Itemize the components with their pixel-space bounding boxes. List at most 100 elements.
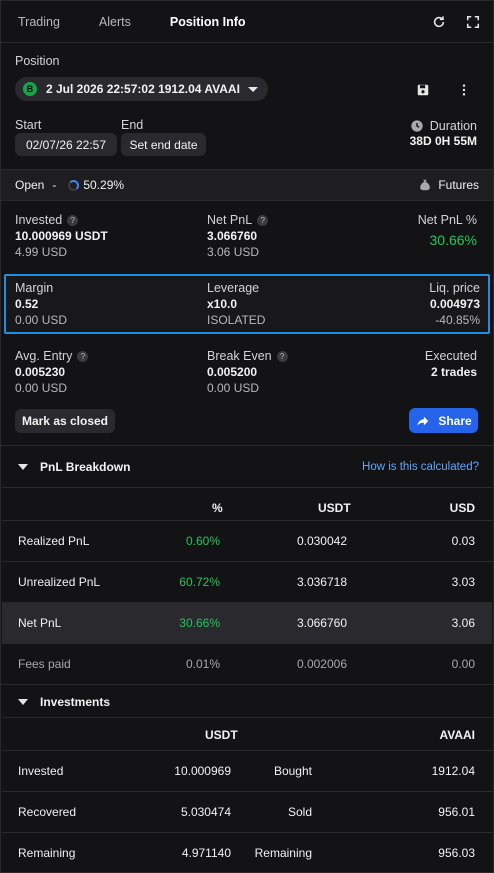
executed-label: Executed xyxy=(424,349,477,363)
net-pnl-pct-value: 30.66% xyxy=(429,232,477,248)
row-qty: 1912.04 xyxy=(431,764,475,778)
status-separator: - xyxy=(52,178,57,192)
invested-label: Invested xyxy=(15,213,63,227)
executed-value: 2 trades xyxy=(430,365,477,379)
market-type: Futures xyxy=(417,177,479,193)
tab-trading[interactable]: Trading xyxy=(18,15,60,29)
row-pct: 0.60% xyxy=(185,534,220,548)
more-options-icon[interactable] xyxy=(456,82,472,98)
liq-price-stat: Liq. price 0.004973 -40.85% xyxy=(429,281,480,327)
share-arrow-icon xyxy=(415,413,431,429)
tab-bar: Trading Alerts Position Info xyxy=(1,1,493,43)
start-label: Start xyxy=(15,118,42,132)
col-pct: % xyxy=(212,501,223,515)
futures-label: Futures xyxy=(438,178,479,192)
duration-value: 38D 0H 55M xyxy=(409,134,477,148)
save-icon[interactable] xyxy=(415,82,431,98)
investments-table-header: USDT AVAAI xyxy=(2,717,492,751)
col-usd: USD xyxy=(449,501,475,515)
help-icon[interactable]: ? xyxy=(276,350,288,362)
row-qty: 956.03 xyxy=(438,846,475,860)
row-side: Remaining xyxy=(254,846,312,860)
row-usdt: 0.030042 xyxy=(296,534,347,548)
liq-price-value: 0.004973 xyxy=(429,297,480,311)
avg-entry-value: 0.005230 xyxy=(15,365,66,379)
investments-header[interactable]: Investments xyxy=(1,684,493,718)
avg-entry-usd: 0.00 USD xyxy=(15,381,68,395)
net-pnl-value: 3.066760 xyxy=(207,229,258,243)
how-calculated-link[interactable]: How is this calculated? xyxy=(362,461,479,473)
progress-ring-icon xyxy=(68,179,80,191)
col-usdt: USDT xyxy=(318,501,351,515)
row-pct: 0.01% xyxy=(185,657,220,671)
table-row: Remaining 4.971140 Remaining 956.03 xyxy=(2,832,492,873)
pnl-breakdown-header[interactable]: PnL Breakdown How is this calculated? xyxy=(1,445,493,487)
liq-price-label: Liq. price xyxy=(429,281,480,295)
row-label: Fees paid xyxy=(18,657,71,671)
row-label: Recovered xyxy=(18,805,77,819)
clock-icon xyxy=(409,118,425,134)
tab-position-info[interactable]: Position Info xyxy=(170,15,246,29)
col-usdt: USDT xyxy=(205,728,238,742)
set-end-date-button[interactable]: Set end date xyxy=(121,133,206,156)
net-pnl-pct-label: Net PnL % xyxy=(417,213,477,227)
position-select-value: 2 Jul 2026 22:57:02 1912.04 AVAAI xyxy=(46,82,240,96)
row-usdt: 10.000969 xyxy=(174,764,231,778)
refresh-icon[interactable] xyxy=(431,14,447,30)
net-pnl-pct-stat: Net PnL % 30.66% xyxy=(418,213,477,248)
row-usdt: 3.066760 xyxy=(296,616,347,630)
progress-value: 50.29% xyxy=(83,178,125,192)
share-label: Share xyxy=(438,413,472,428)
chevron-down-icon xyxy=(248,86,258,92)
money-bag-icon xyxy=(417,177,433,193)
row-qty: 956.01 xyxy=(438,805,475,819)
position-label: Position xyxy=(15,54,60,68)
position-info-panel: Trading Alerts Position Info Position B … xyxy=(0,0,494,873)
end-label: End xyxy=(121,118,144,132)
liq-price-pct: -40.85% xyxy=(435,313,480,327)
row-side: Sold xyxy=(287,805,312,819)
table-row: Net PnL 30.66% 3.066760 3.06 xyxy=(2,602,492,643)
executed-stat: Executed 2 trades xyxy=(425,349,477,379)
margin-value: 0.52 xyxy=(15,297,39,311)
break-even-label: Break Even xyxy=(207,349,272,363)
fullscreen-icon[interactable] xyxy=(465,14,481,30)
help-icon[interactable]: ? xyxy=(67,214,79,226)
help-icon[interactable]: ? xyxy=(257,214,269,226)
row-usdt: 3.036718 xyxy=(296,575,347,589)
row-label: Unrealized PnL xyxy=(18,575,101,589)
open-status: Open xyxy=(15,178,45,192)
position-select[interactable]: B 2 Jul 2026 22:57:02 1912.04 AVAAI xyxy=(15,77,268,101)
help-icon[interactable]: ? xyxy=(77,350,89,362)
status-bar: Open - 50.29% Futures xyxy=(1,169,493,201)
table-row: Fees paid 0.01% 0.002006 0.00 xyxy=(2,643,492,684)
row-label: Invested xyxy=(18,764,64,778)
row-label: Remaining xyxy=(18,846,76,860)
table-row: Unrealized PnL 60.72% 3.036718 3.03 xyxy=(2,561,492,602)
row-pct: 60.72% xyxy=(179,575,220,589)
row-usd: 3.06 xyxy=(451,616,475,630)
mark-as-closed-button[interactable]: Mark as closed xyxy=(15,409,115,433)
start-date-button[interactable]: 02/07/26 22:57 xyxy=(15,133,117,156)
collapse-triangle-icon xyxy=(18,463,28,470)
pnl-breakdown-title: PnL Breakdown xyxy=(40,459,131,474)
buy-badge: B xyxy=(23,82,37,96)
avg-entry-label: Avg. Entry xyxy=(15,349,73,363)
tab-alerts[interactable]: Alerts xyxy=(99,15,131,29)
invested-value: 10.000969 USDT xyxy=(15,229,108,243)
row-usd: 0.03 xyxy=(451,534,475,548)
break-even-stat: Break Even? 0.005200 0.00 USD xyxy=(207,349,288,395)
investments-title: Investments xyxy=(40,694,111,709)
margin-stat: Margin 0.52 0.00 USD xyxy=(15,281,67,327)
break-even-usd: 0.00 USD xyxy=(207,381,260,395)
leverage-label: Leverage xyxy=(207,281,260,295)
table-row: Realized PnL 0.60% 0.030042 0.03 xyxy=(2,520,492,561)
row-label: Realized PnL xyxy=(18,534,90,548)
duration-label: Duration xyxy=(429,119,477,133)
share-button[interactable]: Share xyxy=(409,408,478,433)
avg-entry-stat: Avg. Entry? 0.005230 0.00 USD xyxy=(15,349,89,395)
net-pnl-label: Net PnL xyxy=(207,213,253,227)
margin-mode: ISOLATED xyxy=(207,313,266,327)
tab-actions xyxy=(431,14,481,30)
table-row: Recovered 5.030474 Sold 956.01 xyxy=(2,791,492,832)
